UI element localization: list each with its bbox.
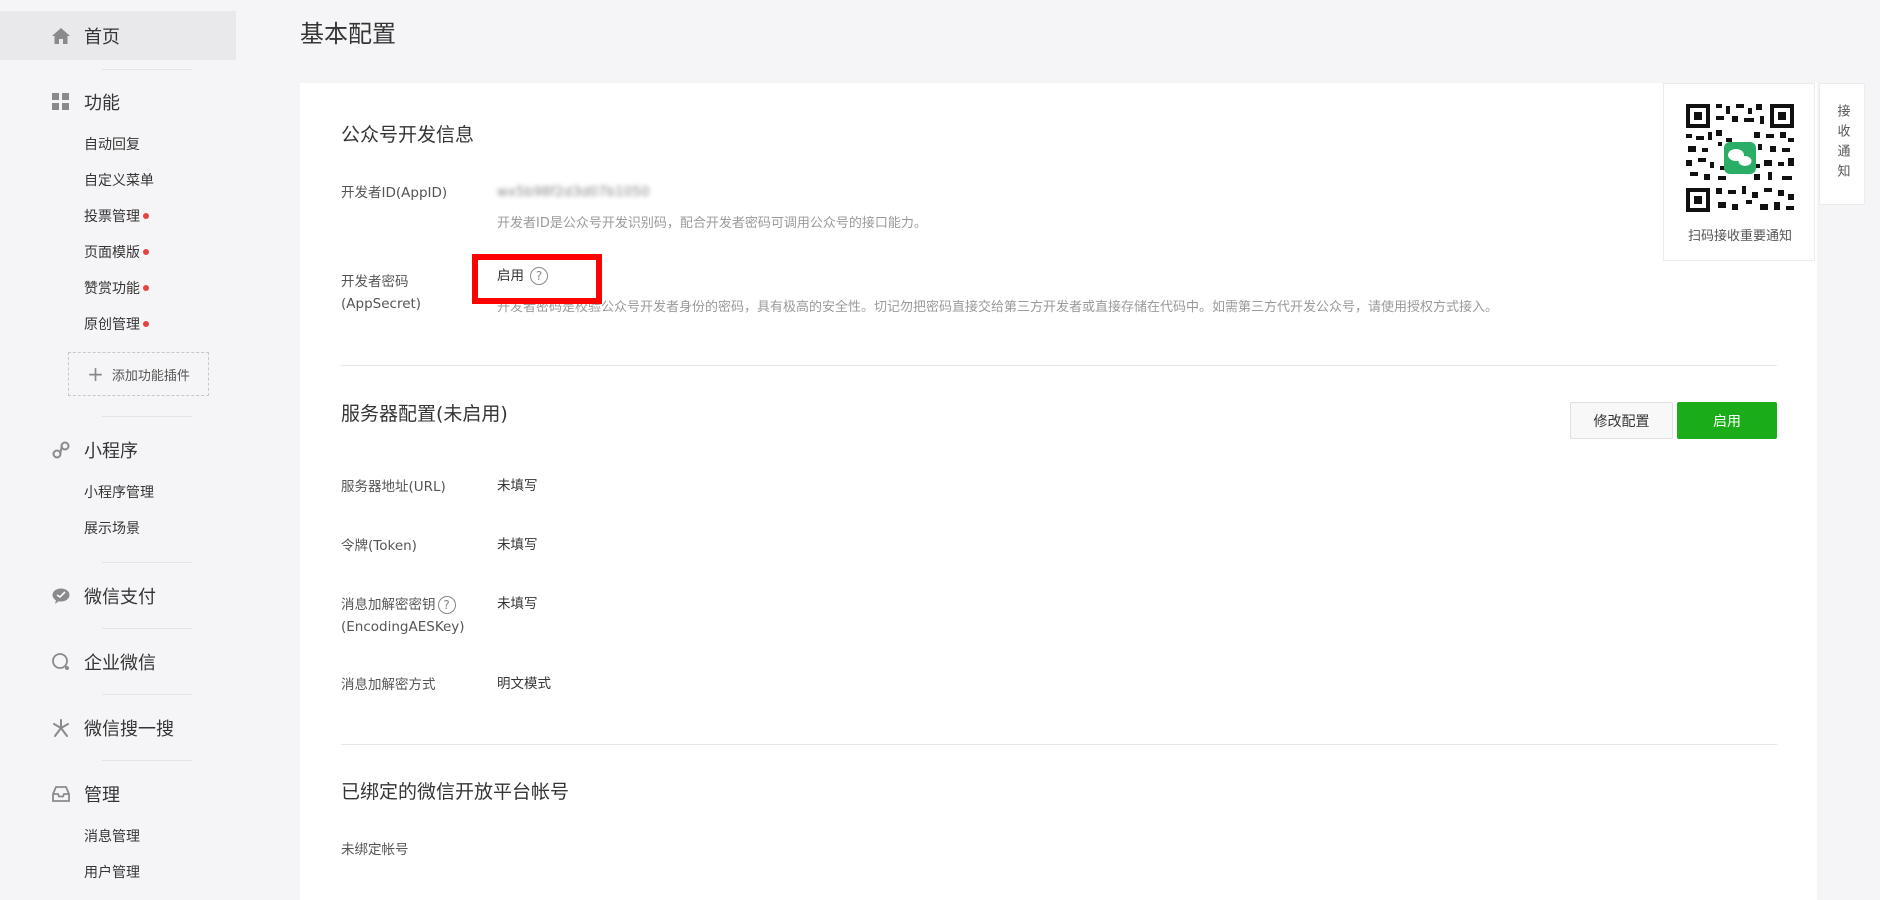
inbox-icon (50, 783, 72, 805)
aes-label-text: 消息加解密密钥 (341, 597, 436, 613)
nav-search[interactable]: 微信搜一搜 (50, 713, 174, 743)
sidebar-item-label: 赞赏功能 (84, 281, 140, 297)
new-dot (143, 249, 149, 255)
divider (102, 69, 192, 70)
divider (341, 744, 1777, 745)
chat-bubble-icon (50, 651, 72, 673)
add-plugin-label: 添加功能插件 (111, 368, 190, 384)
aes-label-line1: 消息加解密密钥? (341, 594, 465, 616)
token-value: 未填写 (497, 537, 538, 553)
qr-caption: 扫码接收重要通知 (1687, 229, 1792, 244)
unbound-label: 未绑定帐号 (341, 842, 409, 858)
sidebar-item-auto-reply[interactable]: 自动回复 (84, 134, 140, 156)
divider (102, 562, 192, 563)
sidebar-item-vote[interactable]: 投票管理 (84, 206, 149, 228)
aes-value: 未填写 (497, 596, 538, 612)
nav-func[interactable]: 功能 (50, 87, 120, 117)
sidebar-item-scene[interactable]: 展示场景 (84, 518, 140, 540)
appid-desc: 开发者ID是公众号开发识别码，配合开发者密码可调用公众号的接口能力。 (497, 216, 927, 231)
nav-func-label: 功能 (84, 93, 120, 114)
nav-mini-label: 小程序 (84, 441, 138, 462)
wechat-pay-icon (50, 585, 72, 607)
enable-button[interactable]: 启用 (1677, 402, 1777, 439)
receive-notice-label: 接收通知 (1834, 104, 1850, 184)
nav-work-label: 企业微信 (84, 653, 156, 674)
config-card: 公众号开发信息 开发者ID(AppID) wx5b98f2d3d07b1050 … (300, 83, 1817, 900)
nav-work[interactable]: 企业微信 (50, 647, 156, 677)
new-dot (143, 285, 149, 291)
qr-popup: 扫码接收重要通知 (1663, 83, 1815, 261)
nav-pay[interactable]: 微信支付 (50, 581, 156, 611)
link-icon (50, 439, 72, 461)
token-label: 令牌(Token) (341, 538, 417, 554)
aes-label: 消息加解密密钥? (EncodingAESKey) (341, 594, 465, 638)
new-dot (143, 321, 149, 327)
mode-value: 明文模式 (497, 676, 551, 692)
sparkle-icon (50, 717, 72, 739)
sidebar-item-page-template[interactable]: 页面模版 (84, 242, 149, 264)
appid-label: 开发者ID(AppID) (341, 185, 448, 201)
secret-label-line1: 开发者密码 (341, 274, 409, 290)
nav-home-label: 首页 (84, 26, 120, 48)
new-dot (143, 213, 149, 219)
nav-home[interactable]: 首页 (0, 11, 236, 60)
sidebar-item-label: 页面模版 (84, 245, 140, 261)
nav-mini[interactable]: 小程序 (50, 435, 138, 465)
qr-code-icon (1684, 102, 1796, 214)
home-icon (50, 25, 72, 47)
sidebar-item-reward[interactable]: 赞赏功能 (84, 278, 149, 300)
secret-desc: 开发者密码是校验公众号开发者身份的密码，具有极高的安全性。切记勿把密码直接交给第… (497, 300, 1499, 315)
server-config-title: 服务器配置(未启用) (341, 403, 508, 425)
divider (102, 416, 192, 417)
receive-notice-tab[interactable]: 接收通知 (1819, 83, 1865, 205)
secret-label: 开发者密码 (AppSecret) (341, 271, 421, 315)
divider (341, 365, 1777, 366)
dev-info-title: 公众号开发信息 (341, 124, 475, 146)
divider (102, 760, 192, 761)
page-title: 基本配置 (300, 20, 396, 48)
highlight-box (472, 254, 602, 304)
url-label: 服务器地址(URL) (341, 479, 446, 495)
aes-label-line2: (EncodingAESKey) (341, 619, 465, 635)
sidebar-item-messages[interactable]: 消息管理 (84, 826, 140, 848)
appid-value: wx5b98f2d3d07b1050 (497, 184, 650, 200)
sidebar-item-users[interactable]: 用户管理 (84, 862, 140, 884)
divider (102, 628, 192, 629)
grid-icon (50, 91, 72, 113)
divider (102, 694, 192, 695)
modify-config-button[interactable]: 修改配置 (1570, 402, 1673, 439)
url-value: 未填写 (497, 478, 538, 494)
sidebar-item-mini-manage[interactable]: 小程序管理 (84, 482, 154, 504)
nav-manage[interactable]: 管理 (50, 779, 120, 809)
sidebar: 首页 功能 自动回复 自定义菜单 投票管理 页面模版 赞赏功能 原创管理 + 添… (0, 0, 236, 900)
sidebar-item-label: 原创管理 (84, 317, 140, 333)
mode-label: 消息加解密方式 (341, 677, 436, 693)
nav-pay-label: 微信支付 (84, 587, 156, 608)
sidebar-item-label: 投票管理 (84, 209, 140, 225)
help-icon[interactable]: ? (437, 596, 456, 614)
nav-manage-label: 管理 (84, 785, 120, 806)
plus-icon: + (87, 362, 104, 386)
open-platform-title: 已绑定的微信开放平台帐号 (341, 781, 570, 803)
sidebar-item-custom-menu[interactable]: 自定义菜单 (84, 170, 154, 192)
secret-label-line2: (AppSecret) (341, 296, 422, 312)
nav-search-label: 微信搜一搜 (84, 719, 174, 740)
add-plugin-button[interactable]: + 添加功能插件 (68, 352, 209, 396)
sidebar-item-original[interactable]: 原创管理 (84, 314, 149, 336)
